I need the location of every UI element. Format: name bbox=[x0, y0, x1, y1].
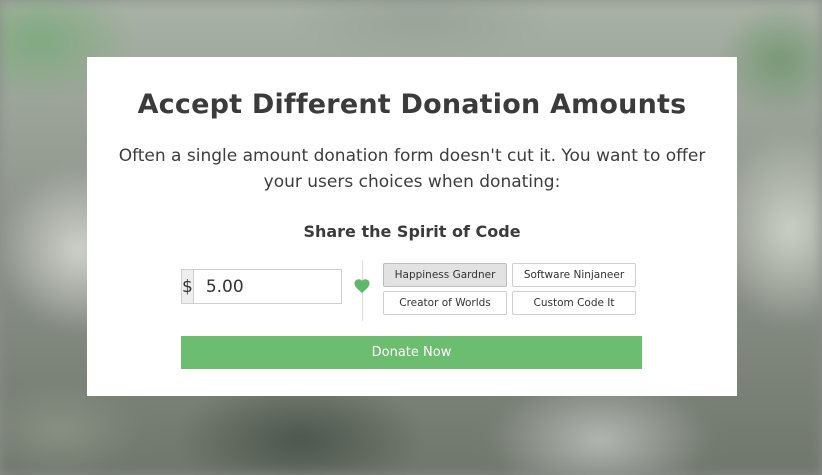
currency-symbol: $ bbox=[182, 270, 194, 303]
donation-card: Accept Different Donation Amounts Often … bbox=[87, 57, 737, 396]
heart-icon bbox=[353, 277, 371, 295]
level-button-creator-of-worlds[interactable]: Creator of Worlds bbox=[383, 291, 507, 315]
form-title: Share the Spirit of Code bbox=[303, 222, 521, 241]
amount-field: $ bbox=[181, 269, 425, 304]
level-button-software-ninjaneer[interactable]: Software Ninjaneer bbox=[512, 263, 636, 287]
page-description: Often a single amount donation form does… bbox=[118, 146, 706, 192]
page-title: Accept Different Donation Amounts bbox=[137, 89, 687, 120]
level-button-custom-code-it[interactable]: Custom Code It bbox=[512, 291, 636, 315]
donate-now-button[interactable]: Donate Now bbox=[181, 336, 642, 369]
level-button-happiness-gardner[interactable]: Happiness Gardner bbox=[383, 263, 507, 287]
